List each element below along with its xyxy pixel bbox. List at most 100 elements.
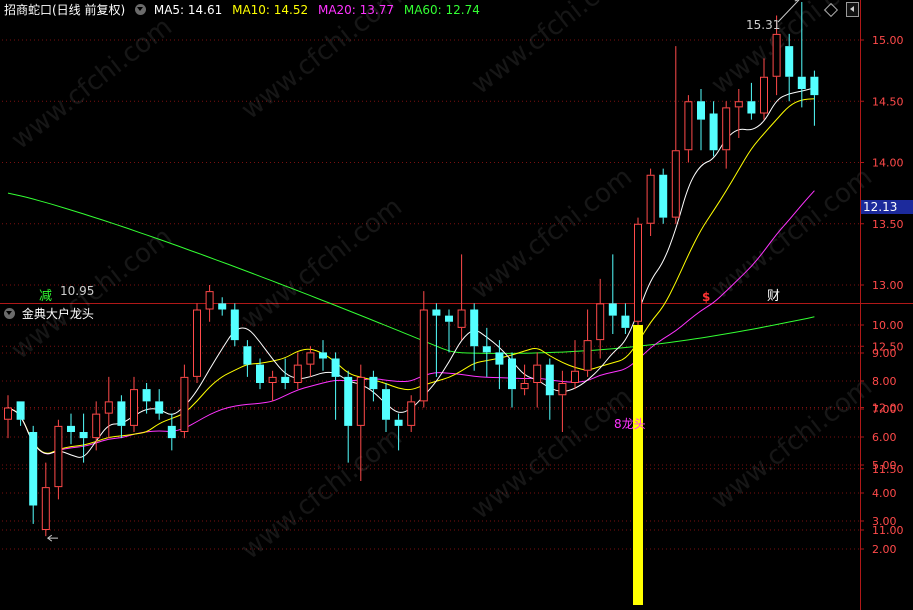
candle-body xyxy=(281,376,290,383)
candle-body xyxy=(646,174,655,224)
candle-body xyxy=(495,352,504,365)
candle-body xyxy=(230,309,239,341)
ma10-label: MA10: 14.52 xyxy=(232,3,309,17)
ma5-label: MA5: 14.61 xyxy=(153,3,223,17)
candle-body xyxy=(558,383,567,396)
sub-indicator-bars[interactable] xyxy=(633,325,643,605)
candle-body xyxy=(92,413,101,439)
sub-collapse-icon[interactable] xyxy=(4,308,15,319)
candle-body xyxy=(293,364,302,383)
candle-body xyxy=(608,303,617,316)
candle-body xyxy=(810,76,819,96)
candle-body xyxy=(306,352,315,365)
chart-background xyxy=(0,0,913,610)
candle-body xyxy=(79,432,88,439)
collapse-icon[interactable] xyxy=(135,4,147,15)
candle-body xyxy=(659,174,668,218)
main-axis-label: 13.00 xyxy=(872,279,904,292)
candle-body xyxy=(243,346,252,365)
candle-body xyxy=(54,425,63,488)
signal-bar[interactable] xyxy=(633,325,643,605)
marker-dollar: $ xyxy=(702,290,711,304)
sub-axis-label: 9.00 xyxy=(872,347,897,360)
candle-body xyxy=(29,432,38,506)
main-panel-header: 招商蛇口(日线 前复权) MA5: 14.61 MA10: 14.52 MA20… xyxy=(4,3,480,17)
candle-body xyxy=(545,364,554,396)
candle-body xyxy=(596,303,605,341)
candle-body xyxy=(671,150,680,218)
candle-body xyxy=(419,309,428,402)
sub-panel-header: 金典大户龙头 xyxy=(4,307,94,321)
candle-body xyxy=(369,376,378,390)
candle-body xyxy=(621,315,630,328)
candle-body xyxy=(482,346,491,353)
candle-body xyxy=(180,376,189,432)
sub-axis-label: 5.00 xyxy=(872,459,897,472)
candle-body xyxy=(785,46,794,77)
sub-axis-label: 10.00 xyxy=(872,319,904,332)
main-axis-label: 15.00 xyxy=(872,34,904,47)
stock-chart[interactable]: www.cfchi.com www.cfchi.comwww.cfchi.com w… xyxy=(0,0,913,610)
candle-body xyxy=(533,364,542,383)
candle-body xyxy=(67,425,75,432)
sub-axis-label: 8.00 xyxy=(872,375,897,388)
candle-body xyxy=(457,309,466,328)
main-axis-label: 14.50 xyxy=(872,95,904,108)
candle-body xyxy=(772,33,781,77)
candle-body xyxy=(583,340,592,371)
candle-body xyxy=(797,76,806,89)
candle-body xyxy=(268,376,277,383)
candle-body xyxy=(218,303,227,310)
candle-body xyxy=(331,358,340,377)
candlestick[interactable] xyxy=(659,168,668,224)
candle-body xyxy=(470,309,479,347)
indicator-title: 金典大户龙头 xyxy=(21,307,94,321)
candlestick[interactable] xyxy=(193,303,201,383)
candle-body xyxy=(382,389,390,420)
sub-axis-label: 6.00 xyxy=(872,431,897,444)
high-price-note: 15.31 xyxy=(746,18,781,32)
candle-body xyxy=(407,401,416,426)
main-axis-label: 14.00 xyxy=(872,157,904,170)
candle-body xyxy=(520,383,529,390)
chevron-left-icon xyxy=(850,6,854,12)
current-price-tag: 12.13 xyxy=(861,200,913,214)
candle-body xyxy=(445,315,453,322)
marker-reduce: 减 xyxy=(39,289,53,304)
ma20-label: MA20: 13.77 xyxy=(317,3,395,17)
candle-body xyxy=(167,425,176,439)
signal-label: 8龙头 xyxy=(614,417,646,431)
scroll-button[interactable] xyxy=(846,2,859,17)
ma60-label: MA60: 12.74 xyxy=(403,3,480,17)
candle-body xyxy=(256,364,264,383)
candle-body xyxy=(16,401,25,420)
candle-body xyxy=(684,101,693,151)
low-price-note: 10.95 xyxy=(60,284,95,298)
sub-axis-label: 2.00 xyxy=(872,543,897,556)
candle-body xyxy=(394,419,403,426)
stock-title: 招商蛇口(日线 前复权) xyxy=(4,3,126,17)
sub-axis-label: 7.00 xyxy=(872,403,897,416)
candlestick[interactable] xyxy=(230,303,239,347)
sub-axis-label: 4.00 xyxy=(872,487,897,500)
candle-body xyxy=(571,370,579,383)
candle-body xyxy=(319,352,327,359)
candle-body xyxy=(193,309,201,377)
marker-finance: 财 xyxy=(767,289,781,304)
main-axis-label: 13.50 xyxy=(872,218,904,231)
candle-body xyxy=(432,309,441,316)
candle-body xyxy=(356,376,365,426)
candle-body xyxy=(205,291,214,310)
candle-body xyxy=(747,101,756,114)
candle-body xyxy=(41,487,50,530)
candle-body xyxy=(117,401,126,426)
candle-body xyxy=(130,389,138,426)
candlestick[interactable] xyxy=(634,217,642,341)
candle-body xyxy=(734,101,743,108)
candle-body xyxy=(4,407,12,420)
candle-body xyxy=(697,101,705,120)
candle-body xyxy=(142,389,151,402)
candle-body xyxy=(344,376,353,426)
candle-body xyxy=(709,113,718,151)
candle-body xyxy=(760,76,768,114)
